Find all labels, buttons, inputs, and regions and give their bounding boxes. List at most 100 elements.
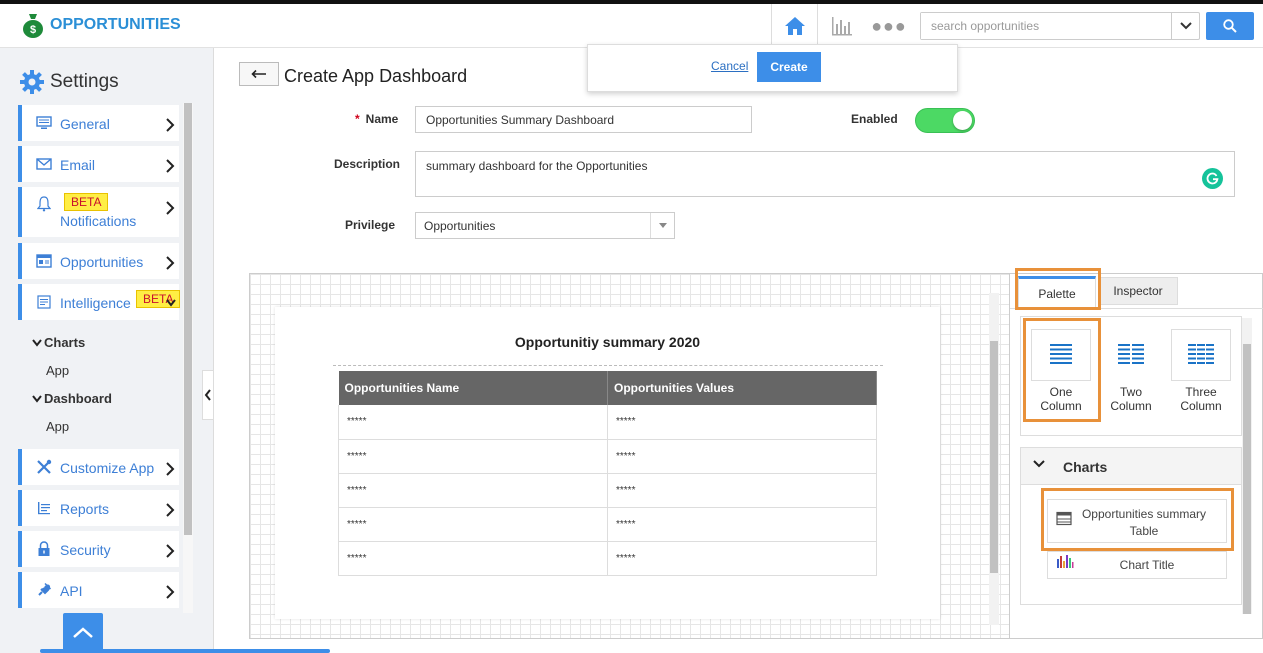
search-button[interactable]	[1206, 12, 1254, 40]
sidebar-item-reports[interactable]: Reports	[18, 490, 179, 526]
chevron-right-icon	[166, 201, 175, 215]
svg-text:$: $	[30, 24, 36, 36]
chevron-right-icon	[166, 462, 175, 476]
chevron-right-icon	[166, 118, 175, 132]
table-row: ***** *****	[338, 473, 877, 508]
sidebar-item-email[interactable]: Email	[18, 146, 179, 182]
table-cell: *****	[607, 507, 877, 542]
privilege-label: Privilege	[345, 218, 396, 232]
sidebar-item-customize-app[interactable]: Customize App	[18, 449, 179, 485]
settings-sidebar: Settings General Email BETA Notification…	[0, 48, 214, 653]
layout-three-column[interactable]: Three Column	[1171, 329, 1231, 413]
tab-divider	[1010, 308, 1263, 309]
sidebar-item-notifications[interactable]: BETA Notifications	[18, 187, 179, 237]
scrollbar-thumb[interactable]	[184, 103, 192, 535]
table-cell: *****	[338, 405, 608, 440]
chevron-up-icon	[73, 627, 93, 638]
search-dropdown-toggle[interactable]	[1171, 13, 1199, 39]
dashboard-title: Opportunitiy summary 2020	[514, 334, 701, 350]
scroll-top-button[interactable]	[63, 613, 103, 653]
home-icon	[784, 17, 805, 35]
table-cell: *****	[607, 541, 877, 576]
scrollbar-thumb[interactable]	[1243, 344, 1251, 614]
description-field[interactable]: summary dashboard for the Opportunities	[415, 151, 1235, 197]
sidebar-item-general[interactable]: General	[18, 105, 179, 141]
sidebar-item-intelligence[interactable]: Intelligence BETA	[18, 284, 181, 320]
enabled-toggle[interactable]	[915, 108, 975, 133]
chart-item-summary-table[interactable]: Opportunities summary Table	[1047, 499, 1227, 543]
summary-table: Opportunities Name Opportunities Values …	[338, 371, 877, 576]
sidebar-item-api[interactable]: API	[18, 572, 179, 608]
layout-label: One	[1049, 385, 1073, 399]
home-button[interactable]	[771, 4, 818, 48]
lock-icon	[35, 540, 53, 558]
analytics-button[interactable]	[828, 12, 856, 40]
enabled-label: Enabled	[851, 112, 898, 126]
chevron-right-icon	[166, 256, 175, 270]
divider	[333, 365, 883, 366]
dashboard-widget[interactable]: Opportunitiy summary 2020 Opportunities …	[275, 307, 940, 619]
sub-item-charts-app[interactable]: App	[46, 363, 69, 378]
chart-item-label: Opportunities summary Table	[1081, 507, 1207, 538]
sidebar-scrollbar[interactable]	[183, 103, 193, 613]
layout-label: Two	[1119, 385, 1142, 399]
search-box	[920, 12, 1200, 40]
name-field[interactable]	[415, 106, 752, 133]
search-icon	[1223, 19, 1237, 33]
table-row: ***** *****	[338, 507, 877, 542]
sub-section-dashboard[interactable]: Dashboard	[32, 391, 112, 406]
create-popup: Cancel Create	[587, 44, 958, 92]
back-button[interactable]	[239, 62, 279, 86]
chevron-down-icon	[166, 299, 176, 307]
sub-section-charts[interactable]: Charts	[32, 335, 85, 350]
envelope-icon	[35, 155, 53, 173]
layout-two-column[interactable]: Two Column	[1101, 329, 1161, 413]
charts-section-header[interactable]: Charts	[1020, 447, 1242, 485]
chevron-right-icon	[166, 503, 175, 517]
layout-one-column[interactable]: One Column	[1031, 329, 1091, 413]
table-cell: *****	[607, 439, 877, 474]
name-label: * Name	[355, 112, 398, 126]
brand[interactable]: $ OPPORTUNITIES	[22, 12, 181, 38]
create-button[interactable]: Create	[757, 52, 821, 82]
palette-panel: Palette Inspector One Column Two Column …	[1010, 273, 1263, 639]
more-dots-icon: ●●●	[871, 15, 907, 36]
sidebar-item-label: Email	[60, 157, 96, 173]
dashboard-canvas[interactable]: Opportunitiy summary 2020 Opportunities …	[249, 273, 1010, 639]
chart-item-chart-title[interactable]: Chart Title	[1047, 551, 1227, 579]
sidebar-item-security[interactable]: Security	[18, 531, 179, 567]
tools-icon	[35, 458, 53, 476]
grammarly-icon[interactable]	[1202, 168, 1223, 189]
description-label: Description	[334, 157, 401, 171]
chevron-down-icon	[32, 335, 44, 350]
top-bar: $ OPPORTUNITIES ●●●	[0, 0, 1263, 48]
scrollbar-thumb[interactable]	[990, 341, 998, 573]
chevron-left-icon	[204, 389, 211, 401]
column-header: Opportunities Values	[607, 371, 877, 405]
select-arrow	[650, 213, 674, 238]
name-label-text: Name	[365, 112, 399, 126]
layout-label: Three	[1185, 385, 1217, 399]
document-icon	[35, 293, 53, 311]
chevron-right-icon	[166, 544, 175, 558]
sidebar-item-label: Intelligence	[60, 295, 131, 311]
more-options-button[interactable]: ●●●	[871, 12, 906, 40]
sidebar-item-opportunities[interactable]: Opportunities	[18, 243, 179, 279]
canvas-scrollbar[interactable]	[989, 293, 999, 625]
sub-item-dashboard-app[interactable]: App	[46, 419, 69, 434]
cancel-link[interactable]: Cancel	[711, 59, 748, 73]
panel-scrollbar[interactable]	[1242, 318, 1252, 614]
layout-label: Column	[1180, 399, 1222, 413]
table-header-row: Opportunities Name Opportunities Values	[338, 371, 877, 405]
search-input[interactable]	[921, 13, 1171, 39]
privilege-select[interactable]: Opportunities	[415, 212, 675, 239]
sidebar-item-label: Opportunities	[60, 254, 144, 270]
collapse-sidebar-button[interactable]	[202, 370, 214, 420]
list-card-icon	[35, 252, 53, 270]
sidebar-item-label: Customize App	[60, 460, 155, 476]
plug-icon	[35, 581, 53, 599]
tab-inspector[interactable]: Inspector	[1098, 277, 1178, 305]
one-column-icon	[1031, 329, 1091, 381]
table-row: ***** *****	[338, 439, 877, 474]
tab-palette[interactable]: Palette	[1018, 276, 1096, 308]
